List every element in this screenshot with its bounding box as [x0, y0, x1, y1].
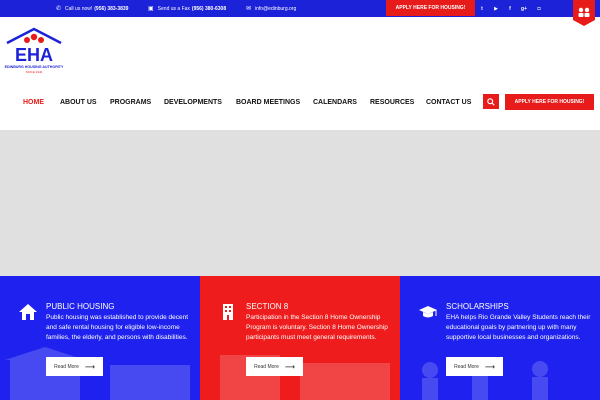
phone-icon: ✆	[56, 5, 62, 12]
youtube-icon[interactable]: ▶	[489, 0, 503, 17]
google-plus-icon[interactable]: g+	[517, 0, 531, 17]
fax-info[interactable]: ▣ Send us a Fax (956) 380-6308	[148, 0, 226, 17]
public-housing-read-more-button[interactable]: Read More ⟶	[46, 357, 103, 376]
hero-banner	[0, 130, 600, 276]
graduation-cap-icon	[419, 306, 437, 318]
fax-label: Send us a Fax	[157, 5, 190, 12]
panel-description: EHA helps Rio Grande Valley Students rea…	[446, 314, 591, 341]
email-info[interactable]: ✉ info@edinburg.org	[246, 0, 296, 17]
eha-logo[interactable]: EHA EDINBURG HOUSING AUTHORITY SINCE 194…	[3, 27, 65, 75]
nav-home[interactable]: HOME	[23, 95, 44, 109]
call-number: (956) 383-3839	[94, 5, 129, 12]
panel-description: Public housing was established to provid…	[46, 314, 189, 341]
arrow-right-icon: ⟶	[484, 363, 495, 371]
nav-about-us[interactable]: ABOUT US	[60, 95, 97, 109]
arrow-right-icon: ⟶	[284, 363, 295, 371]
read-more-label: Read More	[454, 363, 479, 370]
nav-contact-us[interactable]: CONTACT US	[426, 95, 471, 109]
fax-icon: ▣	[148, 5, 154, 12]
search-button[interactable]	[483, 94, 499, 109]
nav-calendars[interactable]: CALENDARS	[313, 95, 357, 109]
twitter-icon[interactable]: t	[475, 0, 489, 17]
fax-number: (956) 380-6308	[191, 5, 227, 12]
instagram-icon[interactable]: ◘	[532, 0, 546, 17]
scholarships-panel: SCHOLARSHIPS EHA helps Rio Grande Valley…	[400, 276, 600, 400]
section-8-read-more-button[interactable]: Read More ⟶	[246, 357, 303, 376]
topbar-apply-button[interactable]: APPLY HERE FOR HOUSING!	[386, 0, 475, 16]
nav-board-meetings[interactable]: BOARD MEETINGS	[236, 95, 300, 109]
nav-programs[interactable]: PROGRAMS	[110, 95, 151, 109]
envelope-icon: ✉	[246, 5, 252, 12]
panel-title: PUBLIC HOUSING	[46, 302, 115, 311]
public-housing-panel: PUBLIC HOUSING Public housing was establ…	[0, 276, 200, 400]
house-icon	[19, 304, 37, 320]
logo-subtitle: EDINBURG HOUSING AUTHORITY	[5, 65, 64, 69]
accessibility-flag-icon[interactable]	[573, 0, 595, 26]
call-info[interactable]: ✆ Call us now! (956) 383-3839	[56, 0, 128, 17]
nav-resources[interactable]: RESOURCES	[370, 95, 414, 109]
facebook-icon[interactable]: f	[503, 0, 517, 17]
read-more-label: Read More	[254, 363, 279, 370]
read-more-label: Read More	[54, 363, 79, 370]
top-bar: ✆ Call us now! (956) 383-3839 ▣ Send us …	[0, 0, 600, 17]
search-icon	[487, 97, 495, 106]
logo-since: SINCE 1940	[26, 70, 43, 74]
scholarships-read-more-button[interactable]: Read More ⟶	[446, 357, 503, 376]
email-address: info@edinburg.org	[255, 5, 297, 12]
page: ✆ Call us now! (956) 383-3839 ▣ Send us …	[0, 0, 600, 400]
panel-description: Participation in the Section 8 Home Owne…	[246, 314, 388, 341]
nav-apply-button[interactable]: APPLY HERE FOR HOUSING!	[505, 94, 594, 110]
arrow-right-icon: ⟶	[84, 363, 95, 371]
building-icon	[223, 304, 233, 320]
section-8-panel: SECTION 8 Participation in the Section 8…	[200, 276, 400, 400]
call-label: Call us now!	[65, 5, 93, 12]
nav-developments[interactable]: DEVELOPMENTS	[164, 95, 222, 109]
panel-title: SECTION 8	[246, 302, 289, 311]
panel-title: SCHOLARSHIPS	[446, 302, 509, 311]
logo-letters: EHA	[15, 45, 53, 65]
